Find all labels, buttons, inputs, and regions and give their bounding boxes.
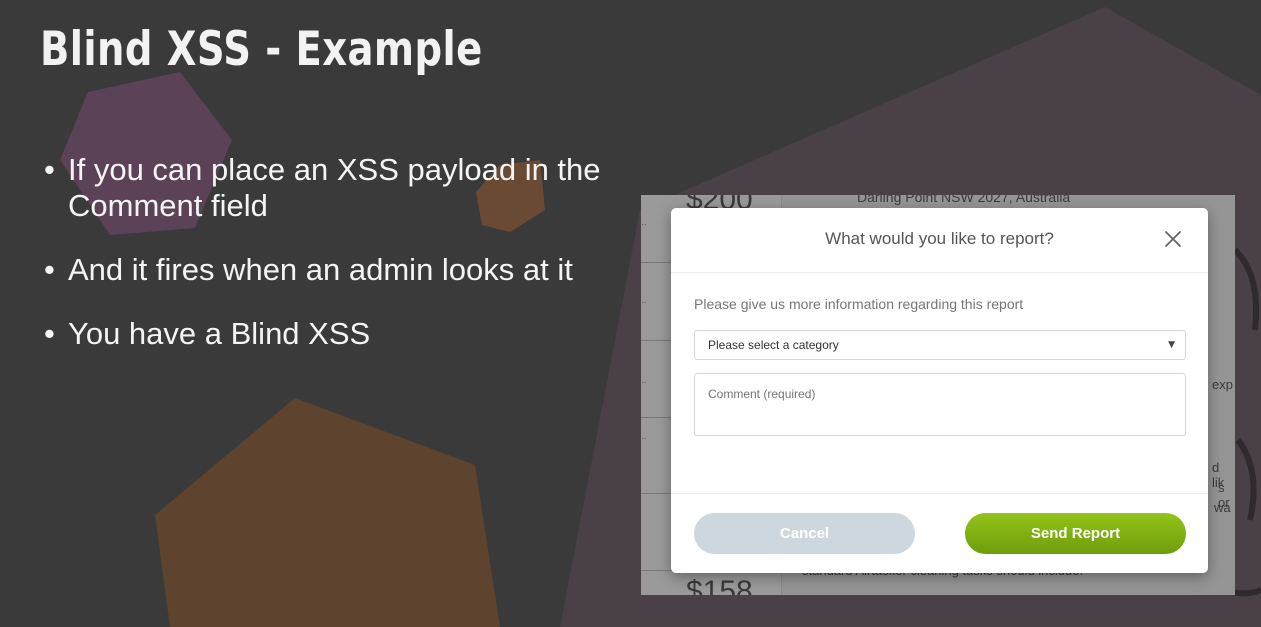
clipped-text: wa [1214,500,1231,515]
modal-header: What would you like to report? [671,208,1208,273]
info-text: Please give us more information regardin… [694,296,1024,312]
bullet-list: If you can place an XSS payload in the C… [44,152,624,380]
close-icon[interactable] [1162,228,1184,250]
send-report-button[interactable]: Send Report [965,513,1186,554]
bullet-item: And it fires when an admin looks at it [44,252,624,288]
ellipsis-text: .. [641,217,647,228]
modal-title: What would you like to report? [825,229,1054,248]
report-modal: What would you like to report? Please gi… [671,208,1208,573]
category-select-value: Please select a category [708,338,839,352]
cancel-button[interactable]: Cancel [694,513,915,554]
brown-large-shape [155,398,500,627]
price-label: $158 [686,575,753,595]
category-select[interactable]: Please select a category ▼ [694,330,1186,360]
ellipsis-text: .. [641,431,647,442]
ellipsis-text: .. [641,295,647,306]
comment-field[interactable] [694,373,1186,436]
footer-divider [671,493,1208,494]
bullet-item: You have a Blind XSS [44,316,624,352]
caret-down-icon: ▼ [1168,340,1175,350]
slide-title: Blind XSS - Example [40,22,483,77]
bullet-item: If you can place an XSS payload in the C… [44,152,624,224]
ellipsis-text: .. [641,375,647,386]
clipped-text: exp [1212,377,1233,392]
address-text: Darling Point NSW 2027, Australia [857,195,1071,205]
